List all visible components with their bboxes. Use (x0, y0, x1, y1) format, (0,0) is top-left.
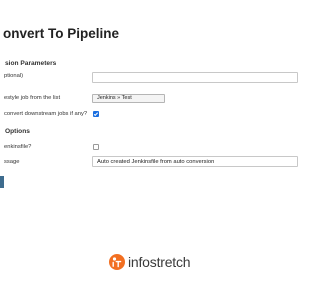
infostretch-logo-icon (109, 254, 125, 270)
footer-logo: infostretch (108, 250, 208, 274)
jenkinsfile-checkbox[interactable] (93, 144, 99, 150)
downstream-jobs-checkbox[interactable] (93, 111, 99, 117)
jenkinsfile-label: enkinsfile? (4, 144, 32, 150)
section-title-options: Options (5, 128, 30, 135)
job-select[interactable]: Jenkins » Test (92, 94, 165, 103)
logo-text: infostretch (128, 254, 191, 270)
message-input[interactable]: Auto created Jenkinsfile from auto conve… (92, 156, 298, 167)
section-title-conversion-parameters: sion Parameters (5, 60, 57, 67)
job-select-label: estyle job from the list (4, 95, 61, 101)
submit-button[interactable] (0, 176, 4, 188)
downstream-jobs-label: convert downstream jobs if any? (4, 111, 88, 117)
optional-field-input[interactable] (92, 72, 298, 83)
message-label: ssage (4, 159, 20, 165)
page-title: onvert To Pipeline (3, 26, 120, 41)
optional-field-label: ptional) (4, 73, 24, 79)
